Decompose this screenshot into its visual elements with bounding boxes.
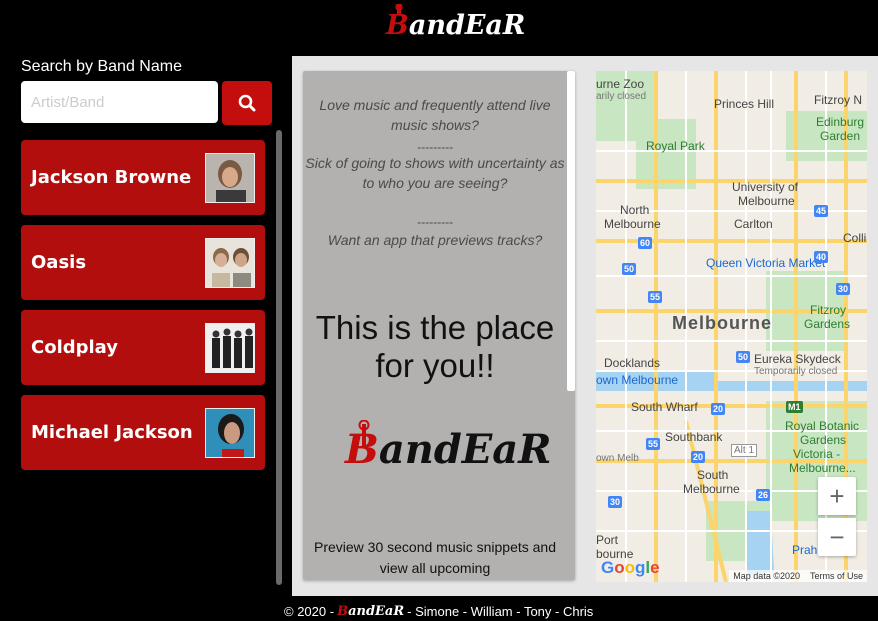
route-badge: 55: [646, 438, 661, 450]
map-label-royal-botanic: Royal Botanic: [785, 419, 860, 433]
footer: © 2020 - BandEaR - Simone - William - To…: [284, 604, 593, 619]
map-attribution: Map data ©2020 Terms of Use: [729, 570, 867, 582]
map-label-qvm: Queen Victoria Market: [706, 256, 826, 270]
footer-logo-initial: B: [337, 604, 349, 619]
route-badge: 60: [638, 237, 653, 249]
band-name: Oasis: [31, 252, 87, 273]
map-label-south-melbourne-2: Melbourne: [683, 482, 740, 496]
intro-line-3: Want an app that previews tracks?: [327, 232, 543, 248]
headline: This is the place for you!!: [315, 309, 555, 384]
band-card-michael-jackson[interactable]: Michael Jackson: [21, 395, 265, 470]
route-badge: 45: [814, 205, 829, 217]
intro-line-1: Love music and frequently attend live mu…: [319, 97, 551, 133]
band-name: Coldplay: [31, 337, 119, 358]
intro-card: Love music and frequently attend live mu…: [303, 71, 575, 580]
map-label-town-melbourne: own Melbourne: [596, 373, 679, 387]
map-label-royal-botanic-4: Melbourne...: [789, 461, 856, 475]
route-badge: 26: [756, 489, 771, 501]
footer-logo: BandEaR: [337, 604, 404, 619]
map-label-royal-botanic-2: Gardens: [800, 433, 847, 447]
band-photo: [205, 152, 255, 203]
map-label-princes-hill: Princes Hill: [714, 97, 775, 111]
terms-link[interactable]: Terms of Use: [810, 571, 863, 581]
map-label-prah: Prah: [792, 543, 818, 557]
route-badge: 40: [814, 251, 829, 263]
map-label-royal-park: Royal Park: [646, 139, 705, 153]
app-root: BandEaR Search by Band Name Jackson Brow…: [0, 0, 878, 621]
search-input[interactable]: [21, 81, 218, 123]
footer-credits: - Simone - William - Tony - Chris: [407, 604, 594, 619]
guitar-icon: [395, 4, 403, 14]
map-label-docklands: Docklands: [604, 356, 661, 370]
map-label-port: Port: [596, 533, 619, 547]
map-label-edinburg: Edinburg: [816, 115, 865, 129]
route-badge: 50: [622, 263, 637, 275]
map-label-own-melb: own Melb: [596, 453, 639, 464]
map-label-garden: Garden: [820, 129, 861, 143]
route-badge: 50: [736, 351, 751, 363]
map-label-eureka-status: Temporarily closed: [754, 366, 838, 377]
map-label-south-wharf: South Wharf: [631, 400, 698, 414]
map-label-carlton: Carlton: [734, 217, 773, 231]
route-badge: 30: [836, 283, 851, 295]
map-label-melbourne: Melbourne: [672, 313, 773, 333]
header-logo[interactable]: BandEaR: [386, 4, 526, 44]
zoom-in-button[interactable]: +: [818, 477, 856, 515]
band-photo: [205, 237, 255, 288]
preview-text: Preview 30 second music snippets and vie…: [313, 539, 557, 576]
band-card-coldplay[interactable]: Coldplay: [21, 310, 265, 385]
search-label: Search by Band Name: [21, 58, 182, 75]
intro-scrollbar[interactable]: [567, 71, 575, 391]
map-label-alt1: Alt 1: [731, 444, 758, 457]
map-label-zoo: urne Zoo: [596, 77, 645, 91]
band-card-jackson-browne[interactable]: Jackson Browne: [21, 140, 265, 215]
map-label-fitzroy-gardens: Fitzroy: [810, 303, 846, 317]
map-label-southbank: Southbank: [665, 430, 723, 444]
route-badge: 20: [711, 403, 726, 415]
band-card-oasis[interactable]: Oasis: [21, 225, 265, 300]
search-button[interactable]: [222, 81, 272, 125]
band-name: Michael Jackson: [31, 422, 193, 443]
map-label-north-melbourne: North: [620, 203, 650, 217]
intro-separator-2: ---------: [417, 215, 453, 229]
route-badge: 30: [608, 496, 623, 508]
route-badge: 55: [648, 291, 663, 303]
route-badge: 20: [691, 451, 706, 463]
card-logo: BandEaR: [345, 420, 552, 473]
map-label-fitzroy-north: Fitzroy N: [814, 93, 862, 107]
map-label-south-melbourne: South: [697, 468, 729, 482]
logo-text: andEaR: [378, 426, 552, 473]
band-name: Jackson Browne: [31, 167, 192, 188]
map-label-royal-botanic-3: Victoria -: [793, 447, 841, 461]
search-icon: [238, 94, 256, 112]
footer-logo-text: andEaR: [348, 604, 405, 619]
map-label-colli: Colli: [843, 231, 867, 245]
map-data-label: Map data ©2020: [733, 571, 800, 581]
map-label-university-2: Melbourne: [738, 194, 795, 208]
logo-text: andEaR: [408, 10, 526, 41]
intro-line-2: Sick of going to shows with uncertainty …: [305, 155, 565, 191]
route-m1: M1: [786, 401, 803, 413]
map-label-university: University of: [732, 180, 799, 194]
map-label-north-melbourne-2: Melbourne: [604, 217, 661, 231]
sidebar-scrollbar[interactable]: [276, 130, 282, 585]
band-photo: [205, 407, 255, 458]
map-label-fitzroy-gardens-2: Gardens: [804, 317, 851, 331]
map-label-eureka: Eureka Skydeck: [754, 352, 841, 366]
band-photo: [205, 322, 255, 373]
guitar-icon: [358, 420, 370, 446]
footer-copyright: © 2020 -: [284, 604, 335, 619]
map-label-zoo-status: arily closed: [596, 91, 647, 102]
zoom-out-button[interactable]: −: [818, 518, 856, 556]
google-logo: Google: [601, 558, 660, 577]
